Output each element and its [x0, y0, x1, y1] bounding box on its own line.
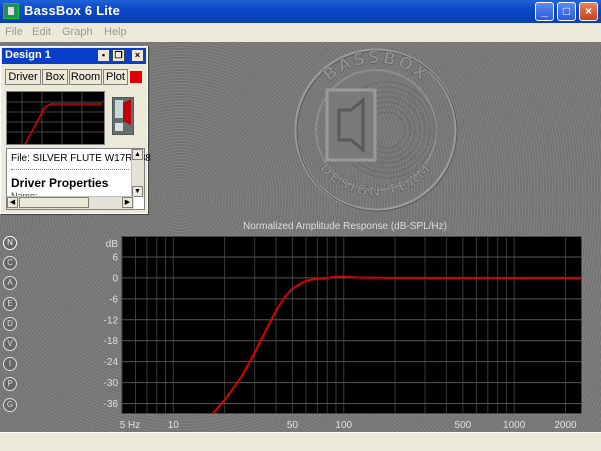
status-bar [0, 432, 601, 451]
plot-area [121, 235, 583, 415]
y-tick-label: -24 [104, 357, 119, 368]
y-axis-label: dB [106, 239, 119, 250]
x-tick-label: 10 [168, 420, 180, 431]
x-tick-label: 2000 [554, 420, 577, 431]
x-tick-label: 50 [287, 420, 299, 431]
x-tick-label: 500 [455, 420, 472, 431]
amplitude-response-chart[interactable]: 6 0 -6 -12 -18 -24 -30 -36 dB 5 Hz 10 50 100 500 1000 2… [0, 0, 601, 450]
y-tick-label: -30 [104, 378, 119, 389]
y-tick-label: -6 [109, 294, 118, 305]
x-tick-label: 100 [335, 420, 352, 431]
x-tick-label: 1000 [503, 420, 526, 431]
y-tick-label: -36 [104, 399, 119, 410]
y-tick-label: 0 [112, 273, 118, 284]
y-tick-label: 6 [112, 252, 118, 263]
x-tick-label: 5 Hz [120, 420, 141, 431]
y-tick-label: -18 [104, 336, 119, 347]
y-tick-label: -12 [104, 315, 119, 326]
